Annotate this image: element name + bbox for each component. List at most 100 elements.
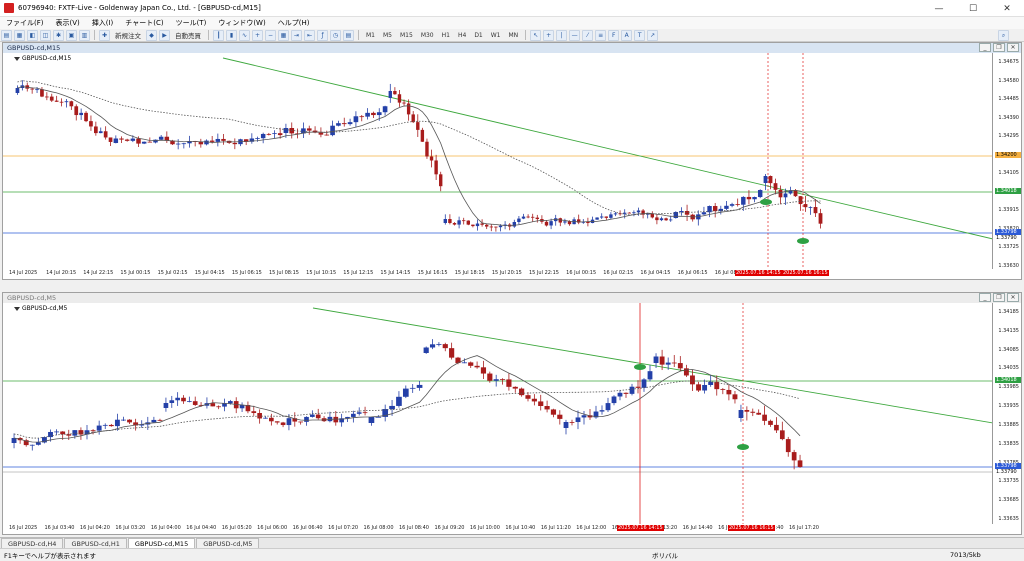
tab-gbpusd-h4[interactable]: GBPUSD-cd,H4 <box>1 538 64 548</box>
chart-restore-button[interactable]: ❐ <box>993 293 1005 302</box>
candle-body <box>724 205 729 209</box>
tf-h1[interactable]: H1 <box>439 30 453 41</box>
horizontal-line-icon[interactable]: — <box>569 29 581 41</box>
chart-close-button[interactable]: ✕ <box>1007 293 1019 302</box>
price-plot[interactable]: GBPUSD-cd,M5 <box>3 303 993 524</box>
menu-window[interactable]: ウィンドウ(W) <box>212 18 271 28</box>
vertical-line-icon[interactable]: | <box>556 29 568 41</box>
search-icon[interactable]: ⌕ <box>998 30 1009 41</box>
trendline-icon[interactable]: ⁄ <box>582 29 594 41</box>
tab-gbpusd-m5[interactable]: GBPUSD-cd,M5 <box>196 538 260 548</box>
cursor-icon[interactable]: ↖ <box>530 29 542 41</box>
menu-chart[interactable]: チャート(C) <box>119 18 169 28</box>
candle-body <box>35 89 39 91</box>
zoom-out-icon[interactable]: − <box>265 29 276 41</box>
tf-d1[interactable]: D1 <box>471 30 485 41</box>
candle-body <box>611 396 617 404</box>
new-chart-icon[interactable]: ▤ <box>1 29 12 41</box>
candle-body <box>741 196 746 205</box>
tab-gbpusd-h1[interactable]: GBPUSD-cd,H1 <box>64 538 127 548</box>
menu-view[interactable]: 表示(V) <box>50 18 86 28</box>
candle-body <box>368 417 375 423</box>
candle-body <box>181 143 187 145</box>
tab-gbpusd-m15[interactable]: GBPUSD-cd,M15 <box>127 538 196 548</box>
crosshair-icon[interactable]: + <box>543 29 555 41</box>
label-icon[interactable]: T <box>634 29 646 41</box>
new-order-icon[interactable]: ✚ <box>99 29 110 41</box>
tf-h4[interactable]: H4 <box>455 30 469 41</box>
price-label: 1.33685 <box>998 497 1019 504</box>
tf-w1[interactable]: W1 <box>488 30 504 41</box>
chart-shift-icon[interactable]: ⇤ <box>304 29 315 41</box>
time-axis: 16 Jul 2025 16 Jul 03:40 16 Jul 04:20 16 Ju… <box>3 524 993 534</box>
chart-minimize-button[interactable]: _ <box>979 293 991 302</box>
candle-body <box>64 101 69 103</box>
auto-trade-button[interactable]: 自動売買 <box>172 30 204 41</box>
candle-body <box>557 414 563 419</box>
price-tag: 1.34018 <box>995 377 1021 383</box>
candle-body <box>442 344 448 349</box>
candle-body <box>79 112 83 116</box>
chart-restore-button[interactable]: ❐ <box>993 43 1005 52</box>
time-label: 14 Jul 20:15 <box>46 270 77 276</box>
menu-tools[interactable]: ツール(T) <box>170 18 213 28</box>
candle-body <box>257 413 262 419</box>
candle-body <box>531 398 537 402</box>
new-order-button[interactable]: 新規注文 <box>112 30 144 41</box>
candle-body <box>762 414 767 421</box>
price-plot[interactable]: GBPUSD-cd,M15 <box>3 53 993 271</box>
channel-icon[interactable]: ≡ <box>595 29 607 41</box>
autoscroll-icon[interactable]: ⇥ <box>291 29 302 41</box>
line-chart-icon[interactable]: ∿ <box>239 29 250 41</box>
candle-body <box>310 414 315 417</box>
navigator-icon[interactable]: ✱ <box>53 29 64 41</box>
menu-insert[interactable]: 挿入(I) <box>86 18 120 28</box>
maximize-button[interactable]: ☐ <box>956 0 990 17</box>
menu-file[interactable]: ファイル(F) <box>0 18 50 28</box>
data-window-icon[interactable]: ◫ <box>40 29 51 41</box>
market-watch-icon[interactable]: ◧ <box>27 29 38 41</box>
candle-body <box>563 422 569 428</box>
bar-chart-icon[interactable]: ┃ <box>213 29 224 41</box>
metaeditor-icon[interactable]: ◆ <box>146 29 157 41</box>
zoom-in-icon[interactable]: + <box>252 29 263 41</box>
minimize-button[interactable]: — <box>922 0 956 17</box>
tile-windows-icon[interactable]: ▦ <box>278 29 289 41</box>
periods-icon[interactable]: ◷ <box>330 29 341 41</box>
candle-body <box>818 213 823 224</box>
menu-help[interactable]: ヘルプ(H) <box>272 18 316 28</box>
candle-body <box>49 96 54 101</box>
candle-body <box>506 379 512 387</box>
chart-minimize-button[interactable]: _ <box>979 43 991 52</box>
price-axis: 1.34675 1.34580 1.34485 1.34390 1.34295 1.342… <box>994 53 1021 271</box>
arrows-icon[interactable]: ↗ <box>647 29 659 41</box>
templates-icon[interactable]: ▤ <box>343 29 354 41</box>
fibo-icon[interactable]: F <box>608 29 620 41</box>
candle-body <box>512 222 516 227</box>
text-icon[interactable]: A <box>621 29 633 41</box>
candle-body <box>315 414 321 419</box>
indicators-icon[interactable]: ƒ <box>317 29 328 41</box>
candle-chart-icon[interactable]: ▮ <box>226 29 237 41</box>
tf-m5[interactable]: M5 <box>380 30 395 41</box>
candle-body <box>744 410 750 412</box>
candle-body <box>382 106 388 113</box>
chart-title: GBPUSD-cd,M5 <box>7 294 57 302</box>
auto-trade-icon[interactable]: ▶ <box>159 29 170 41</box>
time-marker-label: 2025.07.16 14:15 <box>735 270 782 276</box>
candle-body <box>487 373 493 381</box>
tf-m30[interactable]: M30 <box>418 30 437 41</box>
terminal-icon[interactable]: ▣ <box>66 29 77 41</box>
chart-close-button[interactable]: ✕ <box>1007 43 1019 52</box>
close-button[interactable]: ✕ <box>990 0 1024 17</box>
candle-body <box>298 421 303 423</box>
profiles-icon[interactable]: ▦ <box>14 29 25 41</box>
time-axis: 14 Jul 2025 14 Jul 20:15 14 Jul 22:15 15 Ju… <box>3 269 993 279</box>
tester-icon[interactable]: ▥ <box>79 29 90 41</box>
tf-mn[interactable]: MN <box>506 30 522 41</box>
tf-m15[interactable]: M15 <box>397 30 416 41</box>
candle-body <box>255 138 260 139</box>
tf-m1[interactable]: M1 <box>363 30 378 41</box>
candle-body <box>216 406 221 408</box>
candle-body <box>494 226 498 228</box>
